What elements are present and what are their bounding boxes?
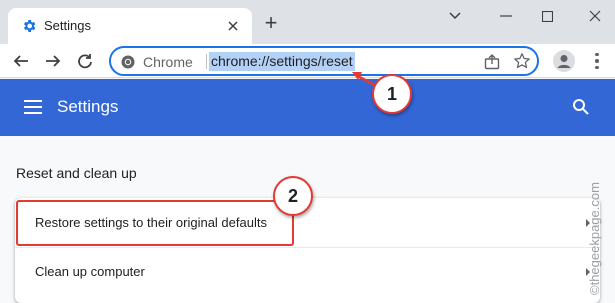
share-icon[interactable] (483, 53, 501, 71)
page-title: Settings (57, 97, 119, 116)
watermark-text: ©thegeekpage.com (587, 182, 602, 295)
tab-title: Settings (44, 18, 91, 33)
clean-up-computer-row[interactable]: Clean up computer (15, 248, 600, 296)
reload-icon[interactable] (74, 50, 96, 72)
more-menu-icon[interactable] (590, 50, 604, 72)
window-close-icon[interactable] (585, 6, 605, 26)
chrome-logo-icon (121, 55, 135, 69)
browser-toolbar: Chrome chrome://settings/reset (0, 44, 615, 78)
site-chip-label: Chrome (143, 54, 193, 70)
annotation-marker-2: 2 (273, 176, 313, 216)
section-title: Reset and clean up (16, 165, 137, 181)
watermark: ©thegeekpage.com (587, 182, 602, 295)
clean-up-computer-label: Clean up computer (35, 264, 145, 279)
search-icon[interactable] (572, 98, 590, 116)
hamburger-menu-icon[interactable] (24, 100, 42, 114)
bookmark-star-icon[interactable] (513, 52, 531, 70)
minimize-icon[interactable] (496, 6, 516, 26)
maximize-icon[interactable] (537, 6, 557, 26)
back-arrow-icon[interactable] (10, 50, 32, 72)
forward-arrow-icon[interactable] (42, 50, 64, 72)
tab-strip: Settings + (0, 0, 615, 44)
close-icon[interactable] (224, 17, 242, 35)
url-text[interactable]: chrome://settings/reset (209, 52, 355, 71)
omnibox-divider (206, 54, 207, 69)
new-tab-button[interactable]: + (262, 12, 280, 34)
annotation-marker-1: 1 (372, 74, 412, 114)
settings-header: Settings (0, 79, 615, 136)
tab-settings[interactable]: Settings (8, 8, 252, 44)
settings-gear-icon (24, 20, 36, 32)
profile-avatar-icon[interactable] (553, 50, 575, 72)
address-bar[interactable]: Chrome chrome://settings/reset (109, 46, 539, 76)
annotation-highlight-box (16, 200, 294, 246)
tab-search-chevron-icon[interactable] (445, 6, 465, 26)
